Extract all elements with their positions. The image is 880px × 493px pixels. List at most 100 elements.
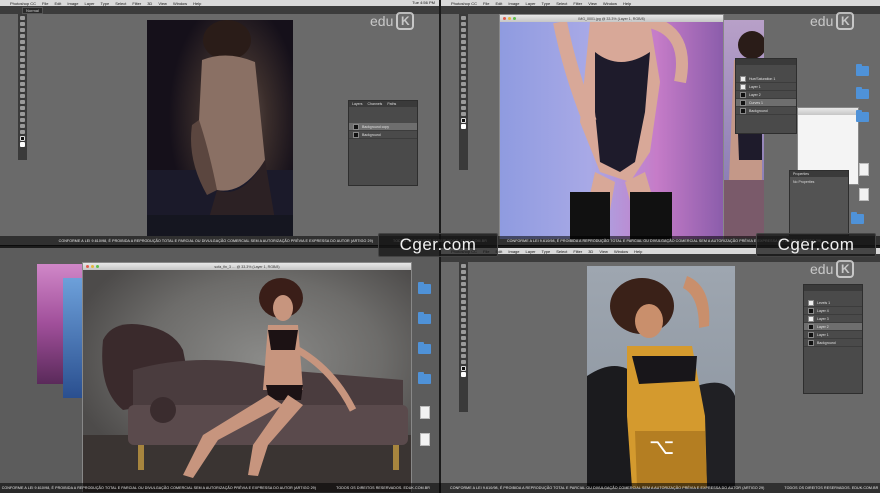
- folder-icon[interactable]: [418, 282, 431, 294]
- brush-tool-icon[interactable]: [461, 58, 466, 62]
- menu-select[interactable]: Select: [556, 249, 567, 254]
- document-icon[interactable]: [859, 163, 869, 176]
- menu-help[interactable]: Help: [634, 249, 642, 254]
- lasso-tool-icon[interactable]: [20, 28, 25, 32]
- pen-tool-icon[interactable]: [20, 100, 25, 104]
- crop-tool-icon[interactable]: [20, 40, 25, 44]
- menu-filter[interactable]: Filter: [573, 249, 582, 254]
- quick-select-tool-icon[interactable]: [461, 282, 466, 286]
- quick-select-tool-icon[interactable]: [20, 34, 25, 38]
- gradient-tool-icon[interactable]: [20, 82, 25, 86]
- menu-help[interactable]: Help: [193, 1, 201, 6]
- stamp-tool-icon[interactable]: [20, 64, 25, 68]
- layer-row[interactable]: Background: [349, 131, 417, 139]
- folder-icon[interactable]: [856, 110, 869, 122]
- shape-tool-icon[interactable]: [461, 348, 466, 352]
- eyedropper-tool-icon[interactable]: [461, 46, 466, 50]
- eraser-tool-icon[interactable]: [20, 76, 25, 80]
- folder-icon[interactable]: [418, 342, 431, 354]
- layer-row[interactable]: Layer 1: [804, 331, 862, 339]
- canvas-photo-chaise[interactable]: [83, 270, 411, 492]
- background-color-swatch[interactable]: [461, 372, 466, 377]
- menu-layer[interactable]: Layer: [526, 249, 536, 254]
- brush-tool-icon[interactable]: [20, 58, 25, 62]
- menu-help[interactable]: Help: [623, 1, 631, 6]
- canvas-photo-swimsuit[interactable]: [500, 22, 723, 239]
- document-icon[interactable]: [420, 433, 430, 446]
- path-select-tool-icon[interactable]: [20, 112, 25, 116]
- menu-image[interactable]: Image: [508, 249, 519, 254]
- background-color-swatch[interactable]: [461, 124, 466, 129]
- menu-type[interactable]: Type: [542, 249, 551, 254]
- folder-icon[interactable]: [856, 87, 869, 99]
- folder-icon[interactable]: [851, 212, 864, 224]
- menu-window[interactable]: Window: [614, 249, 628, 254]
- crop-tool-icon[interactable]: [461, 40, 466, 44]
- menu-select[interactable]: Select: [115, 1, 126, 6]
- document-icon[interactable]: [420, 406, 430, 419]
- layer-row[interactable]: Layer 3: [804, 315, 862, 323]
- shape-tool-icon[interactable]: [20, 118, 25, 122]
- foreground-color-swatch[interactable]: [461, 366, 466, 371]
- menu-view[interactable]: View: [588, 1, 597, 6]
- menu-edit[interactable]: Edit: [54, 1, 61, 6]
- layer-row[interactable]: Layer 1: [736, 83, 796, 91]
- dodge-tool-icon[interactable]: [461, 330, 466, 334]
- layer-row[interactable]: Background: [736, 107, 796, 115]
- eraser-tool-icon[interactable]: [461, 318, 466, 322]
- layer-row[interactable]: Layer 2: [736, 91, 796, 99]
- pen-tool-icon[interactable]: [461, 88, 466, 92]
- foreground-color-swatch[interactable]: [461, 118, 466, 123]
- move-tool-icon[interactable]: [461, 264, 466, 268]
- window-controls[interactable]: [503, 17, 516, 20]
- marquee-tool-icon[interactable]: [20, 22, 25, 26]
- canvas-photo-yellow-portrait[interactable]: ⌥: [587, 266, 735, 488]
- dodge-tool-icon[interactable]: [20, 94, 25, 98]
- menu-view[interactable]: View: [158, 1, 167, 6]
- marquee-tool-icon[interactable]: [461, 270, 466, 274]
- tab-channels[interactable]: Channels: [368, 102, 383, 106]
- pen-tool-icon[interactable]: [461, 336, 466, 340]
- type-tool-icon[interactable]: [461, 94, 466, 98]
- brush-tool-icon[interactable]: [461, 306, 466, 310]
- menu-filter[interactable]: Filter: [132, 1, 141, 6]
- menu-filter[interactable]: Filter: [573, 1, 582, 6]
- menu-select[interactable]: Select: [556, 1, 567, 6]
- eyedropper-tool-icon[interactable]: [461, 294, 466, 298]
- eyedropper-tool-icon[interactable]: [20, 46, 25, 50]
- quick-select-tool-icon[interactable]: [461, 34, 466, 38]
- menu-file[interactable]: File: [483, 1, 489, 6]
- menu-window[interactable]: Window: [173, 1, 187, 6]
- window-controls[interactable]: [86, 265, 99, 268]
- background-color-swatch[interactable]: [20, 142, 25, 147]
- move-tool-icon[interactable]: [20, 16, 25, 20]
- dodge-tool-icon[interactable]: [461, 82, 466, 86]
- menu-image[interactable]: Image: [67, 1, 78, 6]
- folder-icon[interactable]: [418, 312, 431, 324]
- stamp-tool-icon[interactable]: [461, 312, 466, 316]
- stamp-tool-icon[interactable]: [461, 64, 466, 68]
- menu-type[interactable]: Type: [101, 1, 110, 6]
- menu-type[interactable]: Type: [542, 1, 551, 6]
- menu-3d[interactable]: 3D: [588, 249, 593, 254]
- gradient-tool-icon[interactable]: [461, 76, 466, 80]
- zoom-tool-icon[interactable]: [461, 360, 466, 364]
- layer-row[interactable]: Levels 1: [804, 299, 862, 307]
- hand-tool-icon[interactable]: [461, 106, 466, 110]
- layer-row[interactable]: Hue/Saturation 1: [736, 75, 796, 83]
- blur-tool-icon[interactable]: [20, 88, 25, 92]
- move-tool-icon[interactable]: [461, 16, 466, 20]
- layer-row[interactable]: Background copy: [349, 123, 417, 131]
- crop-tool-icon[interactable]: [461, 288, 466, 292]
- layer-row[interactable]: Background: [804, 339, 862, 347]
- healing-tool-icon[interactable]: [461, 300, 466, 304]
- shape-tool-icon[interactable]: [461, 100, 466, 104]
- type-tool-icon[interactable]: [461, 342, 466, 346]
- lasso-tool-icon[interactable]: [461, 28, 466, 32]
- folder-icon[interactable]: [856, 64, 869, 76]
- healing-tool-icon[interactable]: [20, 52, 25, 56]
- marquee-tool-icon[interactable]: [461, 22, 466, 26]
- gradient-tool-icon[interactable]: [461, 324, 466, 328]
- tab-layers[interactable]: Layers: [352, 102, 363, 106]
- history-brush-tool-icon[interactable]: [20, 70, 25, 74]
